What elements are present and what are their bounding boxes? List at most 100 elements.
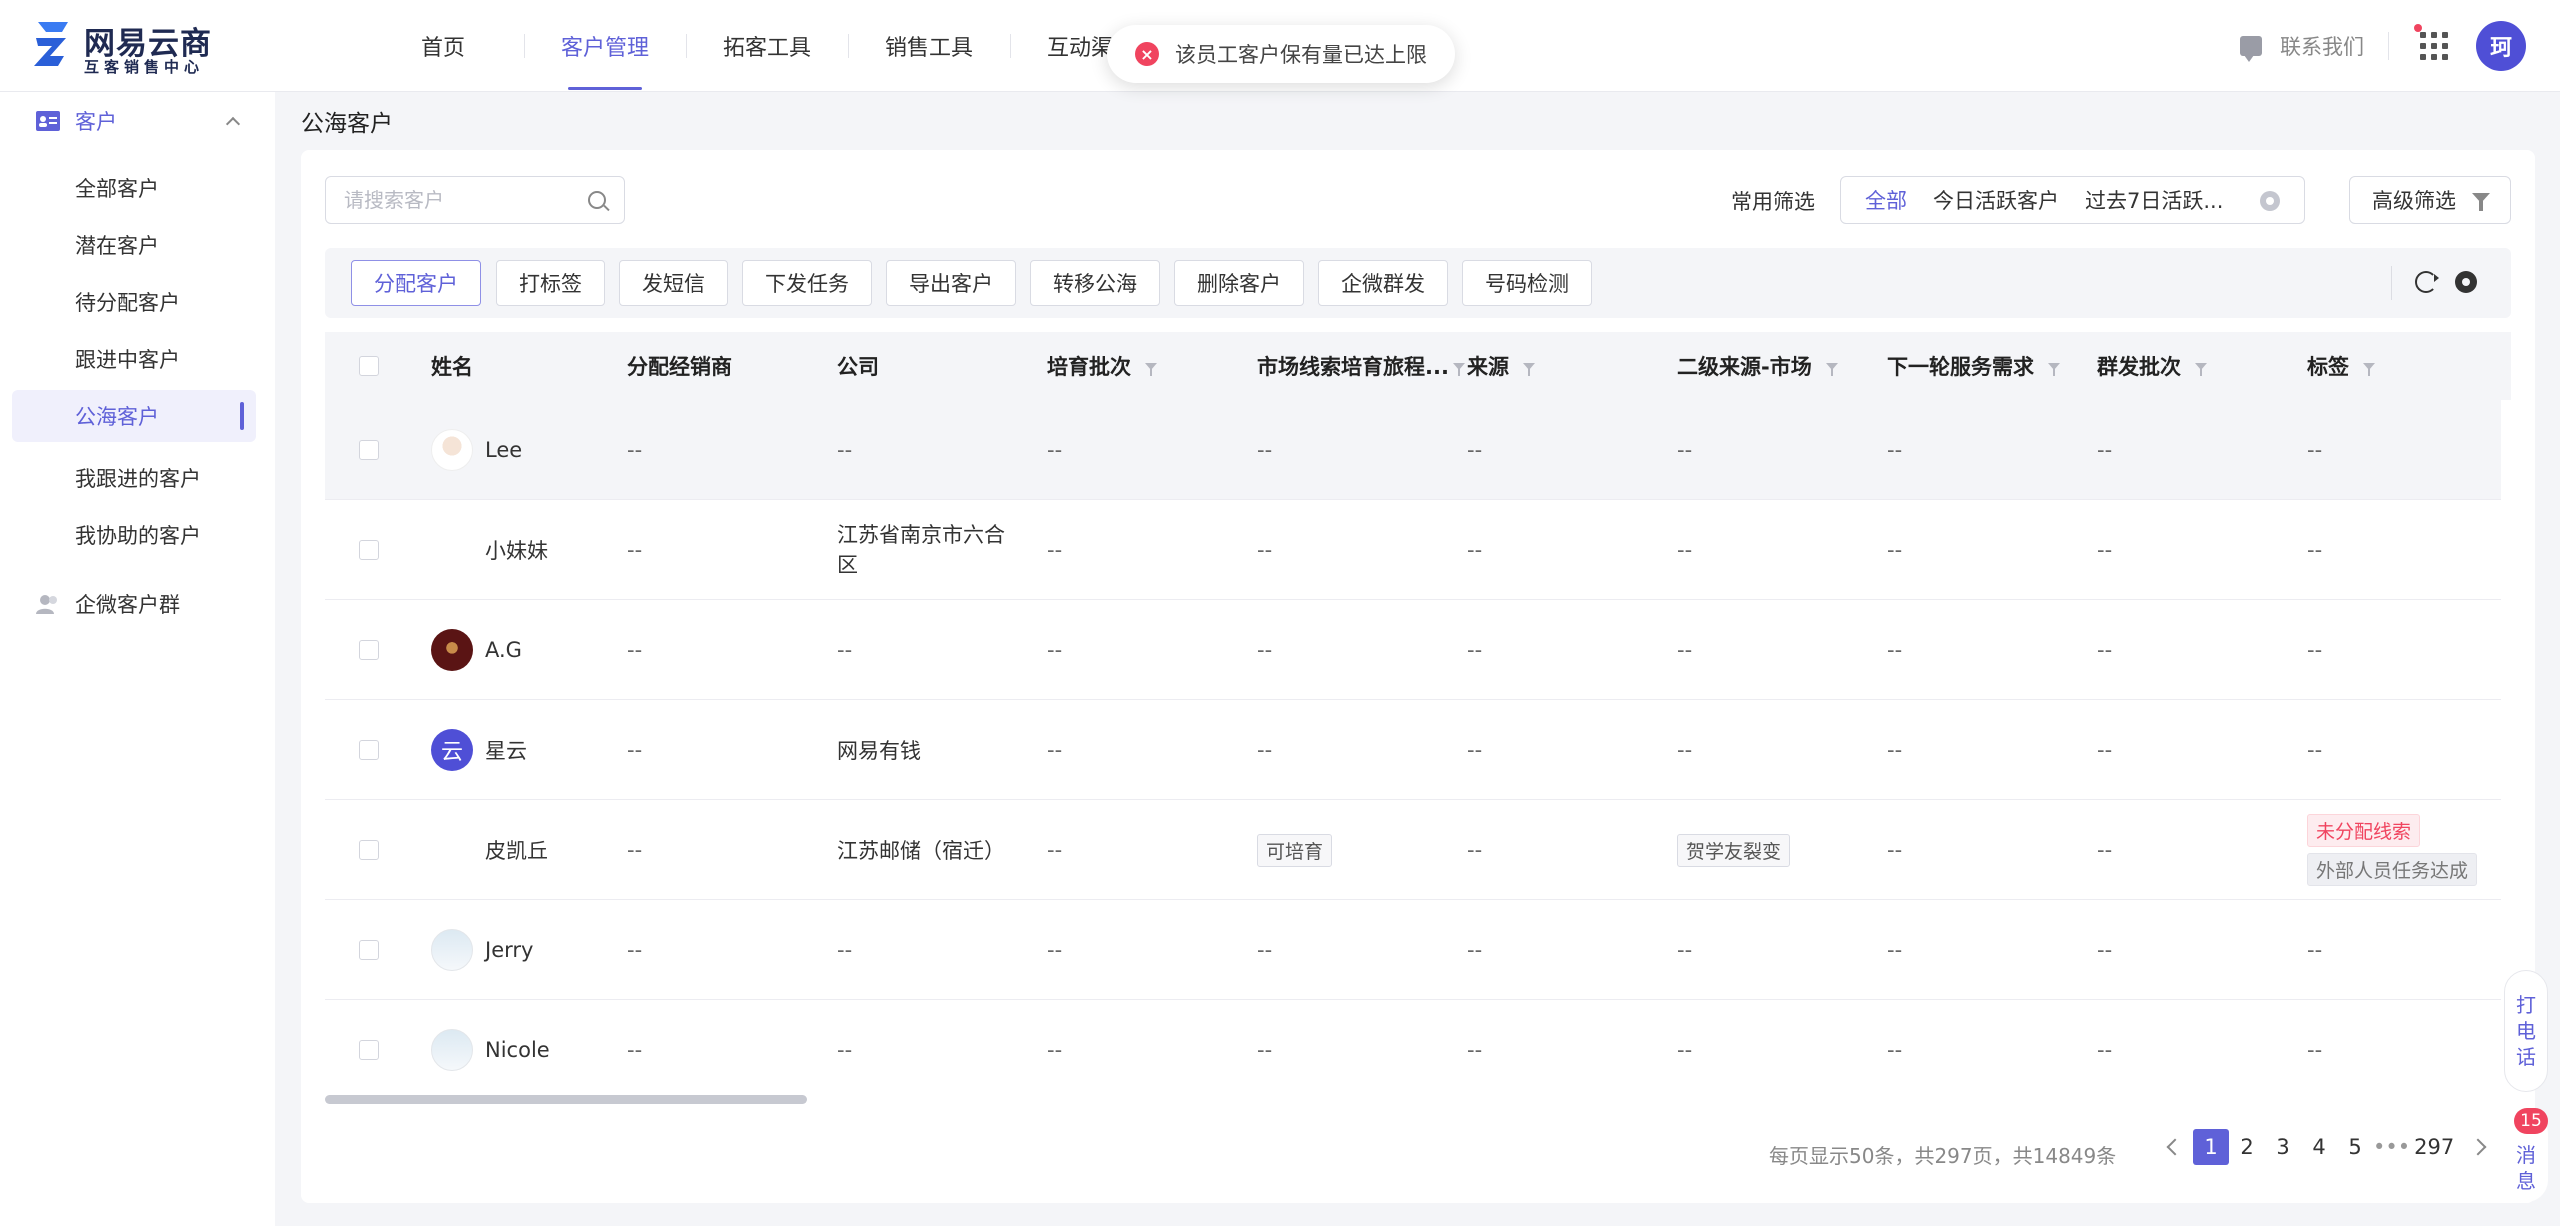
page-button[interactable]: 3	[2265, 1129, 2301, 1165]
cell-journey: --	[1257, 938, 1273, 962]
filter-option-all[interactable]: 全部	[1865, 185, 1907, 215]
cell-tags: --	[2307, 638, 2323, 662]
contact-us-button[interactable]: 联系我们	[2240, 28, 2364, 64]
table-row[interactable]: 皮凯丘 -- 江苏邮储（宿迁） -- 可培育 -- 贺学友裂变 -- -- 未分…	[325, 800, 2501, 900]
table-row[interactable]: Nicole -- -- -- -- -- -- -- -- --	[325, 1000, 2501, 1098]
row-checkbox[interactable]	[359, 640, 379, 660]
row-checkbox[interactable]	[359, 840, 379, 860]
page-ellipsis[interactable]: •••	[2373, 1129, 2410, 1165]
cell-dealer: --	[627, 938, 643, 962]
cell-source: --	[1467, 938, 1483, 962]
table-row[interactable]: 小妹妹 -- 江苏省南京市六合区 -- -- -- -- -- -- --	[325, 500, 2501, 600]
cell-mass-batch: --	[2097, 938, 2113, 962]
column-header-source: 来源	[1467, 332, 1535, 400]
prev-page-button[interactable]	[2157, 1129, 2193, 1165]
assign-customer-button[interactable]: 分配客户	[351, 260, 481, 306]
cell-mass-batch: --	[2097, 438, 2113, 462]
column-header-company: 公司	[837, 355, 879, 379]
select-all-checkbox[interactable]	[359, 356, 379, 376]
page-button[interactable]: 5	[2337, 1129, 2373, 1165]
cell-journey: --	[1257, 438, 1273, 462]
filter-option-today-active[interactable]: 今日活跃客户	[1933, 185, 2059, 215]
cell-dealer: --	[627, 438, 643, 462]
number-check-button[interactable]: 号码检测	[1462, 260, 1592, 306]
cell-journey: --	[1257, 1038, 1273, 1062]
cell-next-need: --	[1887, 838, 1903, 862]
messages-label-char: 消	[2516, 1143, 2536, 1167]
send-sms-button[interactable]: 发短信	[619, 260, 728, 306]
nav-home[interactable]: 首页	[362, 0, 524, 92]
advanced-filter-button[interactable]: 高级筛选	[2349, 176, 2511, 224]
cell-source: --	[1467, 838, 1483, 862]
nav-customer-management[interactable]: 客户管理	[524, 0, 686, 92]
page-button[interactable]: 1	[2193, 1129, 2229, 1165]
wecom-broadcast-button[interactable]: 企微群发	[1318, 260, 1448, 306]
refresh-icon[interactable]	[2415, 271, 2439, 293]
tag-button[interactable]: 打标签	[496, 260, 605, 306]
sidebar-item-public-pool[interactable]: 公海客户	[12, 390, 256, 442]
sidebar-group-wecom[interactable]: 企微客户群	[0, 575, 275, 633]
cell-tags: --	[2307, 938, 2323, 962]
call-button[interactable]: 打 电 话	[2504, 970, 2548, 1092]
page-button[interactable]: 2	[2229, 1129, 2265, 1165]
column-filter-icon[interactable]	[1145, 362, 1157, 376]
row-checkbox[interactable]	[359, 940, 379, 960]
cell-tags: 未分配线索 外部人员任务达成	[2307, 800, 2478, 900]
column-filter-icon[interactable]	[1523, 362, 1535, 376]
row-checkbox[interactable]	[359, 740, 379, 760]
column-header-sub-source: 二级来源-市场	[1677, 332, 1838, 400]
contact-card-icon	[36, 111, 60, 131]
page-button[interactable]: 4	[2301, 1129, 2337, 1165]
sidebar-item-unassigned-customers[interactable]: 待分配客户	[12, 276, 256, 328]
cell-dealer: --	[627, 1038, 643, 1062]
column-filter-icon[interactable]	[2363, 362, 2375, 376]
notification-dot	[2414, 24, 2422, 32]
search-icon[interactable]	[588, 191, 606, 209]
nav-sales-tools[interactable]: 销售工具	[848, 0, 1010, 92]
cell-journey: 可培育	[1257, 800, 1333, 900]
horizontal-scrollbar[interactable]	[325, 1095, 807, 1104]
nav-prospecting-tools[interactable]: 拓客工具	[686, 0, 848, 92]
column-filter-icon[interactable]	[2048, 362, 2060, 376]
avatar	[431, 629, 473, 671]
pagination: 1 2 3 4 5 ••• 297	[2157, 1128, 2496, 1166]
column-header-name: 姓名	[431, 355, 473, 379]
table-row[interactable]: 云星云 -- 网易有钱 -- -- -- -- -- -- --	[325, 700, 2501, 800]
row-checkbox[interactable]	[359, 440, 379, 460]
brand-logo[interactable]: 网易云商 互客销售中心	[32, 16, 212, 76]
issue-task-button[interactable]: 下发任务	[742, 260, 872, 306]
column-filter-icon[interactable]	[1825, 362, 1838, 376]
app-grid-icon[interactable]	[2420, 32, 2448, 60]
table-row[interactable]: Jerry -- -- -- -- -- -- -- -- --	[325, 900, 2501, 1000]
table-row[interactable]: Lee -- -- -- -- -- -- -- -- --	[325, 400, 2501, 500]
error-toast: × 该员工客户保有量已达上限	[1107, 25, 1455, 83]
search-input[interactable]	[344, 188, 574, 212]
transfer-pool-button[interactable]: 转移公海	[1030, 260, 1160, 306]
sidebar-item-following-customers[interactable]: 跟进中客户	[12, 333, 256, 385]
column-filter-icon[interactable]	[2195, 362, 2207, 376]
column-filter-icon[interactable]	[1452, 362, 1465, 376]
brand-subtitle: 互客销售中心	[84, 58, 205, 76]
column-header-mass-batch: 群发批次	[2097, 332, 2207, 400]
page-button[interactable]: 297	[2414, 1129, 2454, 1165]
call-label-char: 电	[2516, 1019, 2536, 1043]
filter-option-7days-active[interactable]: 过去7日活跃...	[2085, 185, 2223, 215]
table-row[interactable]: A.G -- -- -- -- -- -- -- -- --	[325, 600, 2501, 700]
avatar	[431, 829, 473, 871]
delete-customer-button[interactable]: 删除客户	[1174, 260, 1304, 306]
user-avatar[interactable]: 珂	[2476, 21, 2526, 71]
filter-settings-icon[interactable]	[2260, 191, 2280, 211]
export-customer-button[interactable]: 导出客户	[886, 260, 1016, 306]
gear-icon[interactable]	[2455, 271, 2477, 293]
sidebar-item-potential-customers[interactable]: 潜在客户	[12, 219, 256, 271]
cell-next-need: --	[1887, 938, 1903, 962]
sidebar-item-my-followed[interactable]: 我跟进的客户	[12, 452, 256, 504]
avatar	[431, 429, 473, 471]
row-checkbox[interactable]	[359, 540, 379, 560]
sidebar-item-my-assisted[interactable]: 我协助的客户	[12, 509, 256, 561]
sidebar-group-customer[interactable]: 客户	[0, 92, 275, 150]
cell-next-need: --	[1887, 538, 1903, 562]
next-page-button[interactable]	[2460, 1129, 2496, 1165]
sidebar-item-all-customers[interactable]: 全部客户	[12, 162, 256, 214]
row-checkbox[interactable]	[359, 1040, 379, 1060]
